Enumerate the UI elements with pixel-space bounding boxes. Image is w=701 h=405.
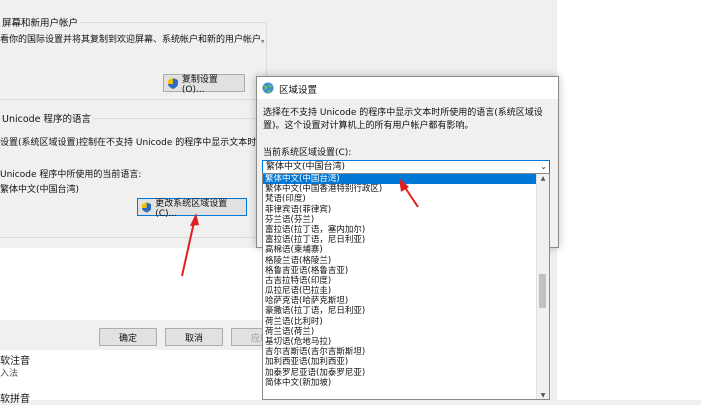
annotation-arrows xyxy=(181,178,419,277)
annotation-arrow-dropdown xyxy=(399,178,419,208)
annotation-arrow-button xyxy=(181,213,199,277)
